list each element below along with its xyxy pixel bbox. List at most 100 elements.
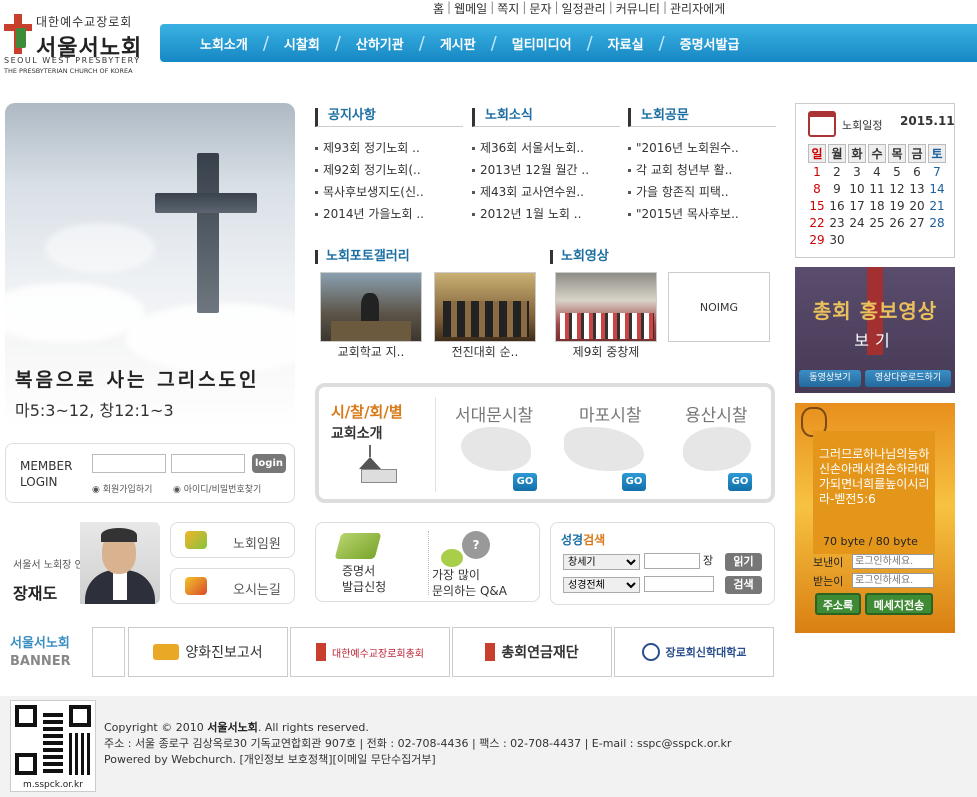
banner-general-assembly[interactable]: 대한예수교장로회총회 [290, 627, 450, 677]
util-sms-link[interactable]: 문자 [526, 0, 554, 16]
gallery-caption[interactable]: 교회학교 지.. [320, 343, 422, 360]
send-message-button[interactable]: 메세지전송 [865, 593, 933, 615]
list-item[interactable]: "2016년 노회원수.. [628, 137, 776, 159]
calendar-day[interactable]: 4 [868, 163, 886, 180]
calendar-day[interactable]: 22 [808, 214, 826, 231]
watch-video-button[interactable]: 동영상보기 [799, 370, 861, 387]
list-item[interactable]: 목사후보생지도(신.. [315, 181, 463, 203]
util-note-link[interactable]: 쪽지 [494, 0, 522, 16]
calendar-day[interactable]: 8 [808, 180, 826, 197]
site-logo[interactable]: 대한예수교장로회 서울서노회 SEOUL WEST PRESBYTERY THE… [4, 8, 154, 80]
calendar-day[interactable]: 12 [888, 180, 906, 197]
util-admin-link[interactable]: 관리자에게 [667, 0, 728, 16]
keyword-input[interactable] [644, 576, 714, 592]
calendar-day[interactable]: 26 [888, 214, 906, 231]
receiver-input[interactable] [852, 573, 934, 588]
calendar-day[interactable]: 15 [808, 197, 826, 214]
list-item[interactable]: 2012년 1월 노회 .. [472, 203, 620, 225]
video-thumb[interactable] [555, 272, 657, 342]
calendar-day[interactable]: 25 [868, 214, 886, 231]
calendar-day[interactable]: 6 [908, 163, 926, 180]
list-item[interactable]: 제92회 정기노회(.. [315, 159, 463, 181]
message-text[interactable]: 그러므로하나님의능하신손아래서겸손하라때가되면너희를높이시리라-벧전5:6 [819, 447, 931, 507]
calendar-day[interactable]: 7 [928, 163, 946, 180]
certificate-link[interactable]: 증명서 발급신청 [342, 563, 386, 595]
list-item[interactable]: 2014년 가을노회 .. [315, 203, 463, 225]
video-caption[interactable]: 제9회 중창제 [555, 343, 657, 360]
password-input[interactable] [171, 454, 245, 473]
list-item[interactable]: 제36회 서울서노회.. [472, 137, 620, 159]
calendar-day[interactable]: 9 [828, 180, 846, 197]
calendar-day[interactable]: 23 [828, 214, 846, 231]
find-account-link[interactable]: ◉ 아이디/비밀번호찾기 [173, 482, 261, 495]
book-select[interactable]: 창세기 [563, 554, 640, 570]
calendar-day[interactable]: 14 [928, 180, 946, 197]
officers-button[interactable]: 노회임원 [170, 522, 295, 558]
login-button[interactable]: login [252, 454, 286, 473]
gallery-thumb[interactable] [434, 272, 536, 342]
board-official-title[interactable]: 노회공문 [628, 108, 776, 127]
yongsan-go-button[interactable]: GO [728, 473, 752, 491]
video-title[interactable]: 노회영상 [550, 250, 609, 264]
nav-multimedia[interactable]: 멀티미디어 [497, 34, 587, 53]
nav-archive[interactable]: 자료실 [593, 34, 659, 53]
list-item[interactable]: "2015년 목사후보.. [628, 203, 776, 225]
util-community-link[interactable]: 커뮤니티 [613, 0, 663, 16]
calendar-day[interactable]: 10 [848, 180, 866, 197]
list-item[interactable]: 제93회 정기노회 .. [315, 137, 463, 159]
moderator-greeting[interactable]: 서울서 노회장 인사말 장재도 [5, 520, 160, 604]
list-item[interactable]: 가을 항존직 피택.. [628, 181, 776, 203]
nav-agencies[interactable]: 산하기관 [341, 34, 419, 53]
calendar-day[interactable]: 17 [848, 197, 866, 214]
qr-code-icon[interactable]: m.sspck.or.kr [10, 700, 96, 792]
chapter-input[interactable] [644, 553, 700, 569]
powered-by[interactable]: Powered by Webchurch. [개인정보 보호정책][이메일 무단… [104, 752, 731, 768]
gallery-thumb[interactable] [320, 272, 422, 342]
calendar-day[interactable]: 5 [888, 163, 906, 180]
nav-board[interactable]: 게시판 [425, 34, 491, 53]
calendar-day[interactable]: 28 [928, 214, 946, 231]
banner-partial[interactable] [92, 627, 125, 677]
nav-intro[interactable]: 노회소개 [185, 34, 263, 53]
mapo-go-button[interactable]: GO [622, 473, 646, 491]
banner-pension[interactable]: 총회연금재단 [452, 627, 612, 677]
calendar-day[interactable]: 16 [828, 197, 846, 214]
noimg-placeholder[interactable]: NOIMG [668, 272, 770, 342]
read-button[interactable]: 읽기 [725, 553, 762, 571]
calendar-day[interactable]: 20 [908, 197, 926, 214]
util-schedule-link[interactable]: 일정관리 [559, 0, 609, 16]
calendar-day[interactable]: 3 [848, 163, 866, 180]
gallery-caption[interactable]: 전진대회 순.. [434, 343, 536, 360]
username-input[interactable] [92, 454, 166, 473]
scope-select[interactable]: 성경전체 [563, 577, 640, 593]
gallery-title[interactable]: 노회포토갤러리 [315, 250, 410, 264]
faq-link[interactable]: 가장 많이 문의하는 Q&A [432, 567, 507, 599]
calendar-day[interactable]: 2 [828, 163, 846, 180]
download-video-button[interactable]: 영상다운로드하기 [865, 370, 951, 387]
sender-input[interactable] [852, 554, 934, 569]
nav-certificate[interactable]: 증명서발급 [665, 34, 755, 53]
list-item[interactable]: 2013년 12월 월간 .. [472, 159, 620, 181]
calendar-day[interactable]: 24 [848, 214, 866, 231]
calendar-day[interactable]: 1 [808, 163, 826, 180]
util-webmail-link[interactable]: 웹메일 [451, 0, 490, 16]
seodaemun-go-button[interactable]: GO [513, 473, 537, 491]
list-item[interactable]: 각 교회 청년부 활.. [628, 159, 776, 181]
board-notice-title[interactable]: 공지사항 [315, 108, 463, 127]
directions-button[interactable]: 오시는길 [170, 568, 295, 604]
calendar-day[interactable]: 13 [908, 180, 926, 197]
search-button[interactable]: 검색 [725, 576, 762, 594]
address-book-button[interactable]: 주소록 [815, 593, 861, 615]
join-link[interactable]: ◉ 회원가입하기 [92, 482, 152, 495]
list-item[interactable]: 제43회 교사연수원.. [472, 181, 620, 203]
calendar-day[interactable]: 19 [888, 197, 906, 214]
calendar-day[interactable]: 18 [868, 197, 886, 214]
calendar-day[interactable]: 30 [828, 231, 846, 248]
calendar-day[interactable]: 11 [868, 180, 886, 197]
board-news-title[interactable]: 노회소식 [472, 108, 620, 127]
banner-seminary[interactable]: 장로회신학대학교 [614, 627, 774, 677]
util-home-link[interactable]: 홈 [430, 0, 447, 16]
nav-district[interactable]: 시찰회 [269, 34, 335, 53]
calendar-day[interactable]: 21 [928, 197, 946, 214]
calendar-day[interactable]: 29 [808, 231, 826, 248]
